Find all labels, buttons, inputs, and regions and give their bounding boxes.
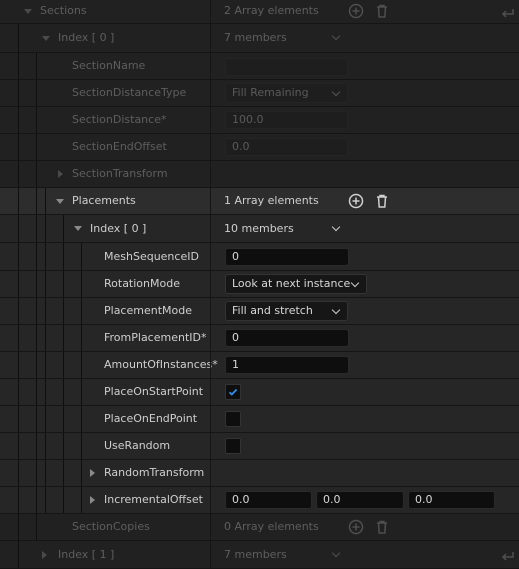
row-use-random: UseRandom (0, 433, 519, 460)
section-end-offset-label: SectionEndOffset (72, 140, 167, 153)
incremental-offset-x-input[interactable]: 0.0 (225, 491, 312, 509)
section-transform-label: SectionTransform (72, 167, 168, 180)
random-transform-label: RandomTransform (104, 466, 205, 479)
section-distance-type-label: SectionDistanceType (72, 86, 187, 99)
row-amount-of-instances: AmountOfInstances* 1 (0, 352, 519, 379)
section-distance-type-dropdown[interactable]: Fill Remaining (225, 83, 348, 103)
chevron-down-icon (350, 278, 360, 288)
row-placement-mode: PlacementMode Fill and stretch (0, 298, 519, 325)
expand-arrow-icon[interactable] (42, 551, 47, 559)
add-icon[interactable] (348, 519, 364, 535)
collapse-arrow-icon[interactable] (42, 36, 50, 41)
row-random-transform: RandomTransform (0, 460, 519, 487)
expand-arrow-icon[interactable] (90, 496, 95, 504)
row-placements-index-0: Index [ 0 ] 10 members (0, 215, 519, 243)
mesh-sequence-id-label: MeshSequenceID (104, 250, 199, 263)
section-name-input[interactable] (225, 58, 348, 76)
amount-of-instances-label: AmountOfInstances* (104, 358, 218, 371)
reset-arrow-icon[interactable] (500, 546, 516, 562)
expand-arrow-icon[interactable] (90, 469, 95, 477)
incremental-offset-z-input[interactable]: 0.0 (408, 491, 495, 509)
section-distance-label: SectionDistance* (72, 113, 167, 126)
row-place-on-end-point: PlaceOnEndPoint (0, 406, 519, 433)
section-end-offset-input[interactable]: 0.0 (225, 138, 348, 156)
index-0-label: Index [ 0 ] (58, 31, 115, 44)
row-section-distance: SectionDistance* 100.0 (0, 107, 519, 134)
incremental-offset-label: IncrementalOffset (104, 493, 203, 506)
chevron-down-icon (331, 305, 341, 315)
row-rotation-mode: RotationMode Look at next instance (0, 271, 519, 298)
row-sections-index-1: Index [ 1 ] 7 members (0, 541, 519, 569)
placements-count: 1 Array elements (224, 194, 319, 207)
from-placement-id-input[interactable]: 0 (225, 329, 349, 347)
row-mesh-sequence-id: MeshSequenceID 0 (0, 243, 519, 271)
section-copies-count: 0 Array elements (224, 520, 319, 533)
chevron-down-icon[interactable] (331, 548, 341, 558)
place-on-end-point-checkbox[interactable] (225, 411, 241, 427)
trash-icon[interactable] (374, 193, 390, 209)
placement-mode-dropdown[interactable]: Fill and stretch (225, 301, 348, 321)
place-on-start-point-label: PlaceOnStartPoint (104, 385, 204, 398)
use-random-checkbox[interactable] (225, 438, 241, 454)
placements-label: Placements (72, 194, 136, 207)
row-section-transform: SectionTransform (0, 161, 519, 188)
rotation-mode-dropdown[interactable]: Look at next instance (225, 274, 367, 294)
chevron-down-icon (331, 87, 341, 97)
row-placements: Placements 1 Array elements (0, 188, 519, 215)
row-section-end-offset: SectionEndOffset 0.0 (0, 134, 519, 161)
section-copies-label: SectionCopies (72, 520, 150, 533)
index-0-members: 7 members (224, 31, 287, 44)
row-section-copies: SectionCopies 0 Array elements (0, 514, 519, 541)
trash-icon[interactable] (374, 3, 390, 19)
section-distance-type-value: Fill Remaining (232, 86, 309, 99)
row-sections: Sections 2 Array elements (0, 0, 519, 24)
index-1-members: 7 members (224, 548, 287, 561)
mesh-sequence-id-input[interactable]: 0 (225, 248, 349, 266)
placement-index-0-label: Index [ 0 ] (90, 222, 147, 235)
placement-index-0-members: 10 members (224, 222, 294, 235)
incremental-offset-y-input[interactable]: 0.0 (316, 491, 404, 509)
row-sections-index-0: Index [ 0 ] 7 members (0, 24, 519, 53)
from-placement-id-label: FromPlacementID* (104, 331, 207, 344)
add-icon[interactable] (348, 193, 364, 209)
placement-mode-label: PlacementMode (104, 304, 192, 317)
row-from-placement-id: FromPlacementID* 0 (0, 325, 519, 352)
collapse-arrow-icon[interactable] (74, 226, 82, 231)
chevron-down-icon[interactable] (331, 222, 341, 232)
section-name-label: SectionName (72, 59, 146, 72)
trash-icon[interactable] (374, 519, 390, 535)
section-distance-input[interactable]: 100.0 (225, 111, 348, 129)
add-icon[interactable] (348, 3, 364, 19)
index-1-label: Index [ 1 ] (58, 548, 115, 561)
rotation-mode-value: Look at next instance (232, 277, 351, 290)
sections-count: 2 Array elements (224, 4, 319, 17)
chevron-down-icon[interactable] (331, 31, 341, 41)
sections-label: Sections (40, 4, 87, 17)
reset-arrow-icon[interactable] (500, 3, 516, 19)
expand-arrow-icon[interactable] (58, 170, 63, 178)
row-section-name: SectionName (0, 53, 519, 80)
collapse-arrow-icon[interactable] (56, 199, 64, 204)
place-on-end-point-label: PlaceOnEndPoint (104, 412, 198, 425)
use-random-label: UseRandom (104, 439, 171, 452)
rotation-mode-label: RotationMode (104, 277, 180, 290)
row-section-distance-type: SectionDistanceType Fill Remaining (0, 80, 519, 107)
place-on-start-point-checkbox[interactable] (225, 384, 241, 400)
checkmark-icon (228, 388, 238, 396)
collapse-arrow-icon[interactable] (24, 9, 32, 14)
row-incremental-offset: IncrementalOffset 0.0 0.0 0.0 (0, 487, 519, 514)
placement-mode-value: Fill and stretch (232, 304, 313, 317)
row-place-on-start-point: PlaceOnStartPoint (0, 379, 519, 406)
amount-of-instances-input[interactable]: 1 (225, 356, 349, 374)
